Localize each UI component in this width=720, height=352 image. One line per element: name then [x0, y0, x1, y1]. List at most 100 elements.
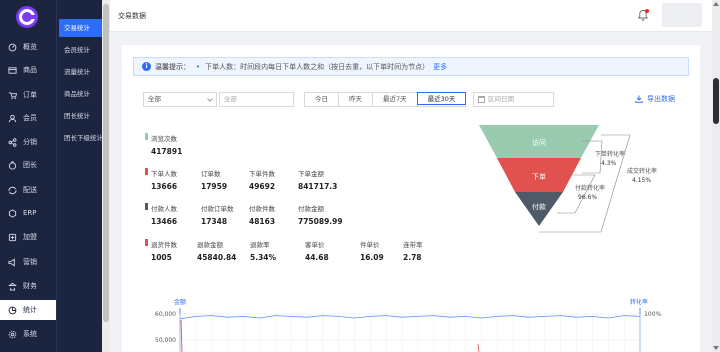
nav-item-12[interactable]: 系统 — [0, 324, 56, 344]
left-axis-title: 金额 — [174, 298, 186, 306]
tip-label: 温馨提示： — [155, 62, 190, 71]
nav-item-5[interactable]: 团长 — [0, 155, 56, 175]
store-select-value: 全部 — [148, 95, 161, 103]
date-placeholder: 区间日期 — [488, 95, 514, 103]
nav-item-9[interactable]: 营销 — [0, 252, 56, 272]
date-range-input[interactable]: 区间日期 — [473, 92, 554, 107]
sidebar-scrollbar[interactable] — [102, 0, 110, 352]
app-logo — [16, 6, 38, 28]
metric-visits: 浏览次数 417891 — [151, 133, 182, 156]
notification-dot — [645, 9, 649, 13]
main-sidebar: 概览商品订单会员分销团长配送 ERP 加盟营销财务统计系统 — [0, 0, 56, 352]
subnav-item-0[interactable]: 交易统计 — [59, 19, 103, 37]
metric-refund-4: 件单价 16.09 — [360, 239, 384, 262]
leader-select[interactable]: 全部 — [219, 92, 294, 107]
share-icon — [7, 137, 17, 147]
scrollbar-thumb[interactable] — [713, 78, 719, 124]
nav-item-label: 配送 — [23, 186, 37, 194]
nav-item-10[interactable]: 财务 — [0, 276, 56, 296]
chevron-down-icon — [207, 96, 213, 102]
nav-item-label: 加盟 — [23, 233, 37, 241]
marketing-icon — [7, 257, 17, 267]
order-rate-label: 下单转化率 — [595, 150, 625, 158]
nav-item-7[interactable]: ERP — [0, 203, 56, 223]
metric-label: 浏览次数 — [151, 135, 177, 143]
metric-order-1: 订单数 17959 — [201, 168, 227, 191]
dashboard-icon — [7, 42, 17, 52]
subnav-item-2[interactable]: 流量统计 — [59, 63, 103, 81]
metric-order-3: 下单金额 841717.3 — [298, 168, 337, 191]
more-link[interactable]: 更多 — [433, 62, 447, 72]
export-button[interactable]: 导出数据 — [635, 94, 675, 104]
y-tick-label: 60,000 — [155, 311, 176, 318]
metric-order-2: 下单件数 49692 — [249, 168, 275, 191]
metric-label: 退款金额 — [197, 241, 223, 249]
store-select[interactable]: 全部 — [143, 92, 217, 107]
page-scrollbar[interactable] — [712, 0, 720, 352]
nav-item-6[interactable]: 配送 — [0, 180, 56, 200]
metric-order-0: 下单人数 13666 — [151, 168, 177, 191]
nav-item-11[interactable]: 统计 — [0, 300, 56, 320]
pay-marker — [145, 203, 148, 210]
bell-icon[interactable] — [637, 9, 649, 21]
range-tab-1[interactable]: 昨天 — [339, 93, 373, 106]
nav-item-label: 分销 — [23, 138, 37, 146]
scroll-up-icon[interactable] — [713, 2, 719, 6]
order-rate-value: 4.3% — [601, 160, 617, 167]
metric-label: 件单价 — [360, 241, 380, 249]
erp-icon — [7, 208, 17, 218]
metric-refund-3: 客单价 44.68 — [305, 239, 329, 262]
visit-marker — [145, 133, 148, 140]
conversion-funnel: 访问 下单 付款 下单转化率 4.3% 付款转化率 成交转化率 4.15% 96… — [477, 123, 677, 233]
subnav-item-1[interactable]: 会员统计 — [59, 41, 103, 59]
metric-label: 付款件数 — [249, 205, 275, 213]
info-icon: i — [142, 62, 151, 71]
avatar[interactable] — [662, 3, 702, 27]
metric-pay-0: 付款人数 13466 — [151, 203, 177, 226]
subnav-item-3[interactable]: 商品统计 — [59, 85, 103, 103]
nav-item-0[interactable]: 概览 — [0, 37, 56, 57]
metric-value: 44.68 — [305, 253, 329, 262]
y-tick-label: 50,000 — [155, 337, 176, 344]
metric-label: 连带率 — [403, 241, 423, 249]
order-icon — [7, 90, 17, 100]
subnav-item-5[interactable]: 团长下级统计 — [59, 129, 103, 147]
metric-refund-2: 退款率 5.34% — [250, 239, 276, 262]
goods-icon — [7, 65, 17, 75]
nav-item-1[interactable]: 商品 — [0, 60, 56, 80]
range-tab-0[interactable]: 今日 — [305, 93, 339, 106]
download-icon — [635, 95, 643, 103]
scrollbar-thumb[interactable] — [103, 4, 109, 322]
metric-pay-2: 付款件数 48163 — [249, 203, 275, 226]
nav-item-label: 会员 — [23, 114, 37, 122]
page-title: 交易数据 — [118, 12, 146, 20]
member-icon — [7, 113, 17, 123]
subnav-item-4[interactable]: 团长统计 — [59, 107, 103, 125]
export-label: 导出数据 — [647, 95, 675, 103]
nav-item-4[interactable]: 分销 — [0, 132, 56, 152]
nav-item-2[interactable]: 订单 — [0, 85, 56, 105]
funnel-label-order: 下单 — [532, 172, 546, 181]
finance-icon — [7, 281, 17, 291]
nav-item-label: 商品 — [23, 66, 37, 74]
metric-label: 退款率 — [250, 241, 270, 249]
nav-item-8[interactable]: 加盟 — [0, 227, 56, 247]
metric-label: 下单人数 — [151, 170, 177, 178]
metric-refund-0: 退货件数 1005 — [151, 239, 177, 262]
nav-item-3[interactable]: 会员 — [0, 108, 56, 128]
scroll-down-icon[interactable] — [713, 346, 719, 350]
top-header: 交易数据 — [110, 0, 712, 32]
range-tab-2[interactable]: 最近7天 — [373, 93, 418, 106]
metric-label: 付款人数 — [151, 205, 177, 213]
pay-rate-label: 付款转化率 — [575, 184, 605, 192]
y2-tick-label: 100% — [644, 311, 661, 318]
range-tab-3[interactable]: 最近30天 — [416, 92, 467, 105]
amount-series-line — [477, 343, 480, 352]
metric-pay-3: 付款金额 775089.99 — [298, 203, 343, 226]
amount-series-line — [180, 319, 183, 352]
nav-item-label: 系统 — [23, 330, 37, 338]
nav-item-label: ERP — [23, 209, 37, 217]
leader-select-placeholder: 全部 — [224, 95, 237, 103]
nav-item-label: 财务 — [23, 282, 37, 290]
metric-value: 17348 — [201, 217, 228, 226]
